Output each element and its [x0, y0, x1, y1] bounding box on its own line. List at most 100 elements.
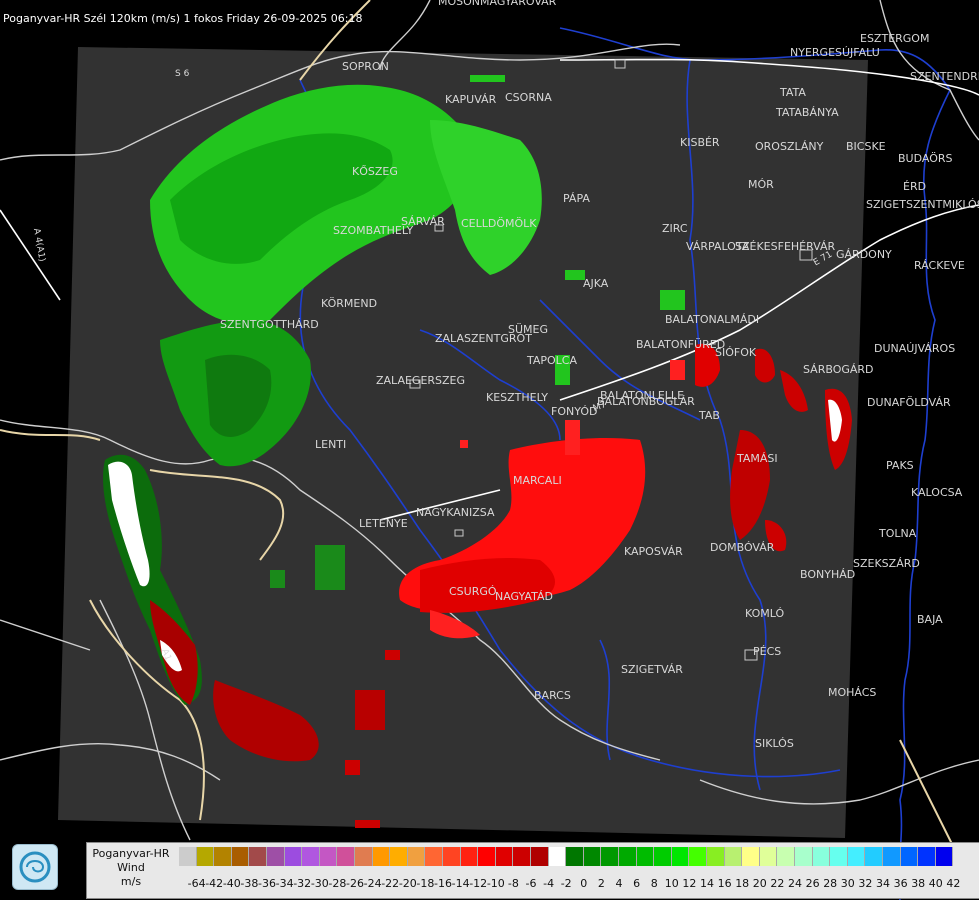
legend-swatch — [531, 847, 549, 866]
legend-tick-label: 8 — [650, 877, 658, 890]
map-title: Poganyvar-HR Szél 120km (m/s) 1 fokos Fr… — [3, 12, 363, 25]
city-label: MOHÁCS — [828, 686, 877, 699]
legend-swatch — [777, 847, 795, 866]
city-label: RÁCKEVE — [914, 259, 965, 272]
legend-swatch — [724, 847, 743, 866]
city-label: BALATONBOGLÁR — [597, 395, 695, 408]
legend-swatch — [935, 847, 954, 866]
legend-swatch — [900, 847, 919, 866]
legend-tick-label: -18 — [416, 877, 435, 890]
legend-swatch — [319, 847, 338, 866]
legend-tick-label: -28 — [328, 877, 347, 890]
city-label: SÁRVÁR — [401, 215, 445, 228]
legend-swatch — [390, 847, 408, 866]
legend-swatch — [407, 847, 426, 866]
city-label: KOMLÓ — [745, 607, 785, 620]
city-label: BUDAÖRS — [898, 152, 953, 165]
city-label: PAKS — [886, 459, 914, 472]
legend-swatch — [460, 847, 479, 866]
legend-swatch — [601, 847, 619, 866]
legend-tick-label: -24 — [363, 877, 382, 890]
legend-swatch — [196, 847, 215, 866]
city-label: KAPOSVÁR — [624, 545, 683, 558]
city-label: OROSZLÁNY — [755, 140, 824, 153]
legend-swatch — [671, 847, 690, 866]
legend-tick-label: 18 — [735, 877, 750, 890]
city-label: NAGYATÁD — [495, 590, 553, 603]
legend-tick-label: 16 — [717, 877, 732, 890]
legend-tick-label: 20 — [752, 877, 767, 890]
legend-quantity: Wind — [117, 861, 145, 874]
city-label: TOLNA — [879, 527, 917, 540]
legend-tick-label: 38 — [911, 877, 926, 890]
city-label: TATABÁNYA — [776, 106, 839, 119]
city-label: BARCS — [534, 689, 571, 702]
legend-swatch — [214, 847, 232, 866]
city-label: AJKA — [583, 277, 609, 290]
city-label: MOSONMAGYARÓVÁR — [438, 0, 557, 8]
city-label: SIKLÓS — [755, 737, 794, 750]
legend-tick-label: 42 — [946, 877, 961, 890]
legend-swatch — [443, 847, 461, 866]
legend-swatch — [267, 847, 285, 866]
city-label: SÁRBOGÁRD — [803, 363, 874, 376]
city-label: PÉCS — [753, 645, 782, 658]
legend-tick-label: 10 — [664, 877, 679, 890]
legend-swatch — [425, 847, 443, 866]
city-label: SZÉKESFEHÉRVÁR — [735, 240, 836, 253]
legend-tick-label: 24 — [788, 877, 802, 890]
city-label: MARCALI — [513, 474, 562, 487]
legend-swatch — [654, 847, 672, 866]
legend-tick-label: -20 — [398, 877, 417, 890]
legend-tick-label: 6 — [633, 877, 641, 890]
legend-tick-label: 34 — [876, 877, 890, 890]
legend-swatch — [883, 847, 901, 866]
legend-title: Poganyvar-HR Wind m/s — [89, 847, 173, 889]
city-label: CSURGÓ — [449, 585, 497, 598]
city-label: ÉRD — [903, 180, 927, 193]
legend-tick-label: -4 — [543, 877, 555, 890]
city-label: KESZTHELY — [486, 391, 549, 404]
city-label: MÓR — [748, 178, 774, 191]
legend-tick-label: 26 — [805, 877, 820, 890]
brand-logo — [12, 844, 58, 890]
city-label: KAPUVÁR — [445, 93, 497, 106]
legend-tick-label: -6 — [525, 877, 537, 890]
legend-swatch — [583, 847, 602, 866]
legend-radar-name: Poganyvar-HR — [92, 847, 170, 860]
city-label: KŐSZEG — [352, 165, 398, 178]
city-label: DUNAFÖLDVÁR — [867, 396, 951, 409]
radar-map — [0, 0, 979, 900]
legend-tick-label: 30 — [840, 877, 855, 890]
city-label: PÁPA — [563, 192, 590, 205]
legend-tick-label: -12 — [469, 877, 488, 890]
legend-swatch — [742, 847, 760, 866]
city-label: NAGYKANIZSA — [416, 506, 495, 519]
legend-tick-label: -34 — [275, 877, 294, 890]
city-label: CSORNA — [505, 91, 552, 104]
legend-tick-label: -32 — [293, 877, 312, 890]
legend-swatch — [548, 847, 567, 866]
legend-swatch — [689, 847, 707, 866]
city-label: TAMÁSI — [737, 452, 778, 465]
legend-swatch — [179, 847, 197, 866]
legend-swatch — [619, 847, 637, 866]
city-label: SZENTENDRE — [910, 70, 979, 83]
legend-swatch — [495, 847, 514, 866]
city-label: BAJA — [917, 613, 943, 626]
road-label: S 6 — [175, 69, 190, 79]
city-label: BALATONFÜRED — [636, 338, 726, 351]
legend-tick-label: 2 — [597, 877, 605, 890]
legend-tick-label: -42 — [205, 877, 224, 890]
city-label: DOMBÓVÁR — [710, 541, 775, 554]
city-label: ZIRC — [662, 222, 688, 235]
city-label: SOPRON — [342, 60, 389, 73]
city-label: ZALAEGERSZEG — [376, 374, 466, 387]
legend-swatch — [337, 847, 355, 866]
legend-swatch — [249, 847, 267, 866]
city-label: SZIGETVÁR — [621, 663, 683, 676]
legend-tick-label: 40 — [928, 877, 943, 890]
legend-tick-label: -16 — [434, 877, 452, 890]
legend-tick-label: -36 — [258, 877, 276, 890]
city-label: LETENYE — [359, 517, 408, 530]
